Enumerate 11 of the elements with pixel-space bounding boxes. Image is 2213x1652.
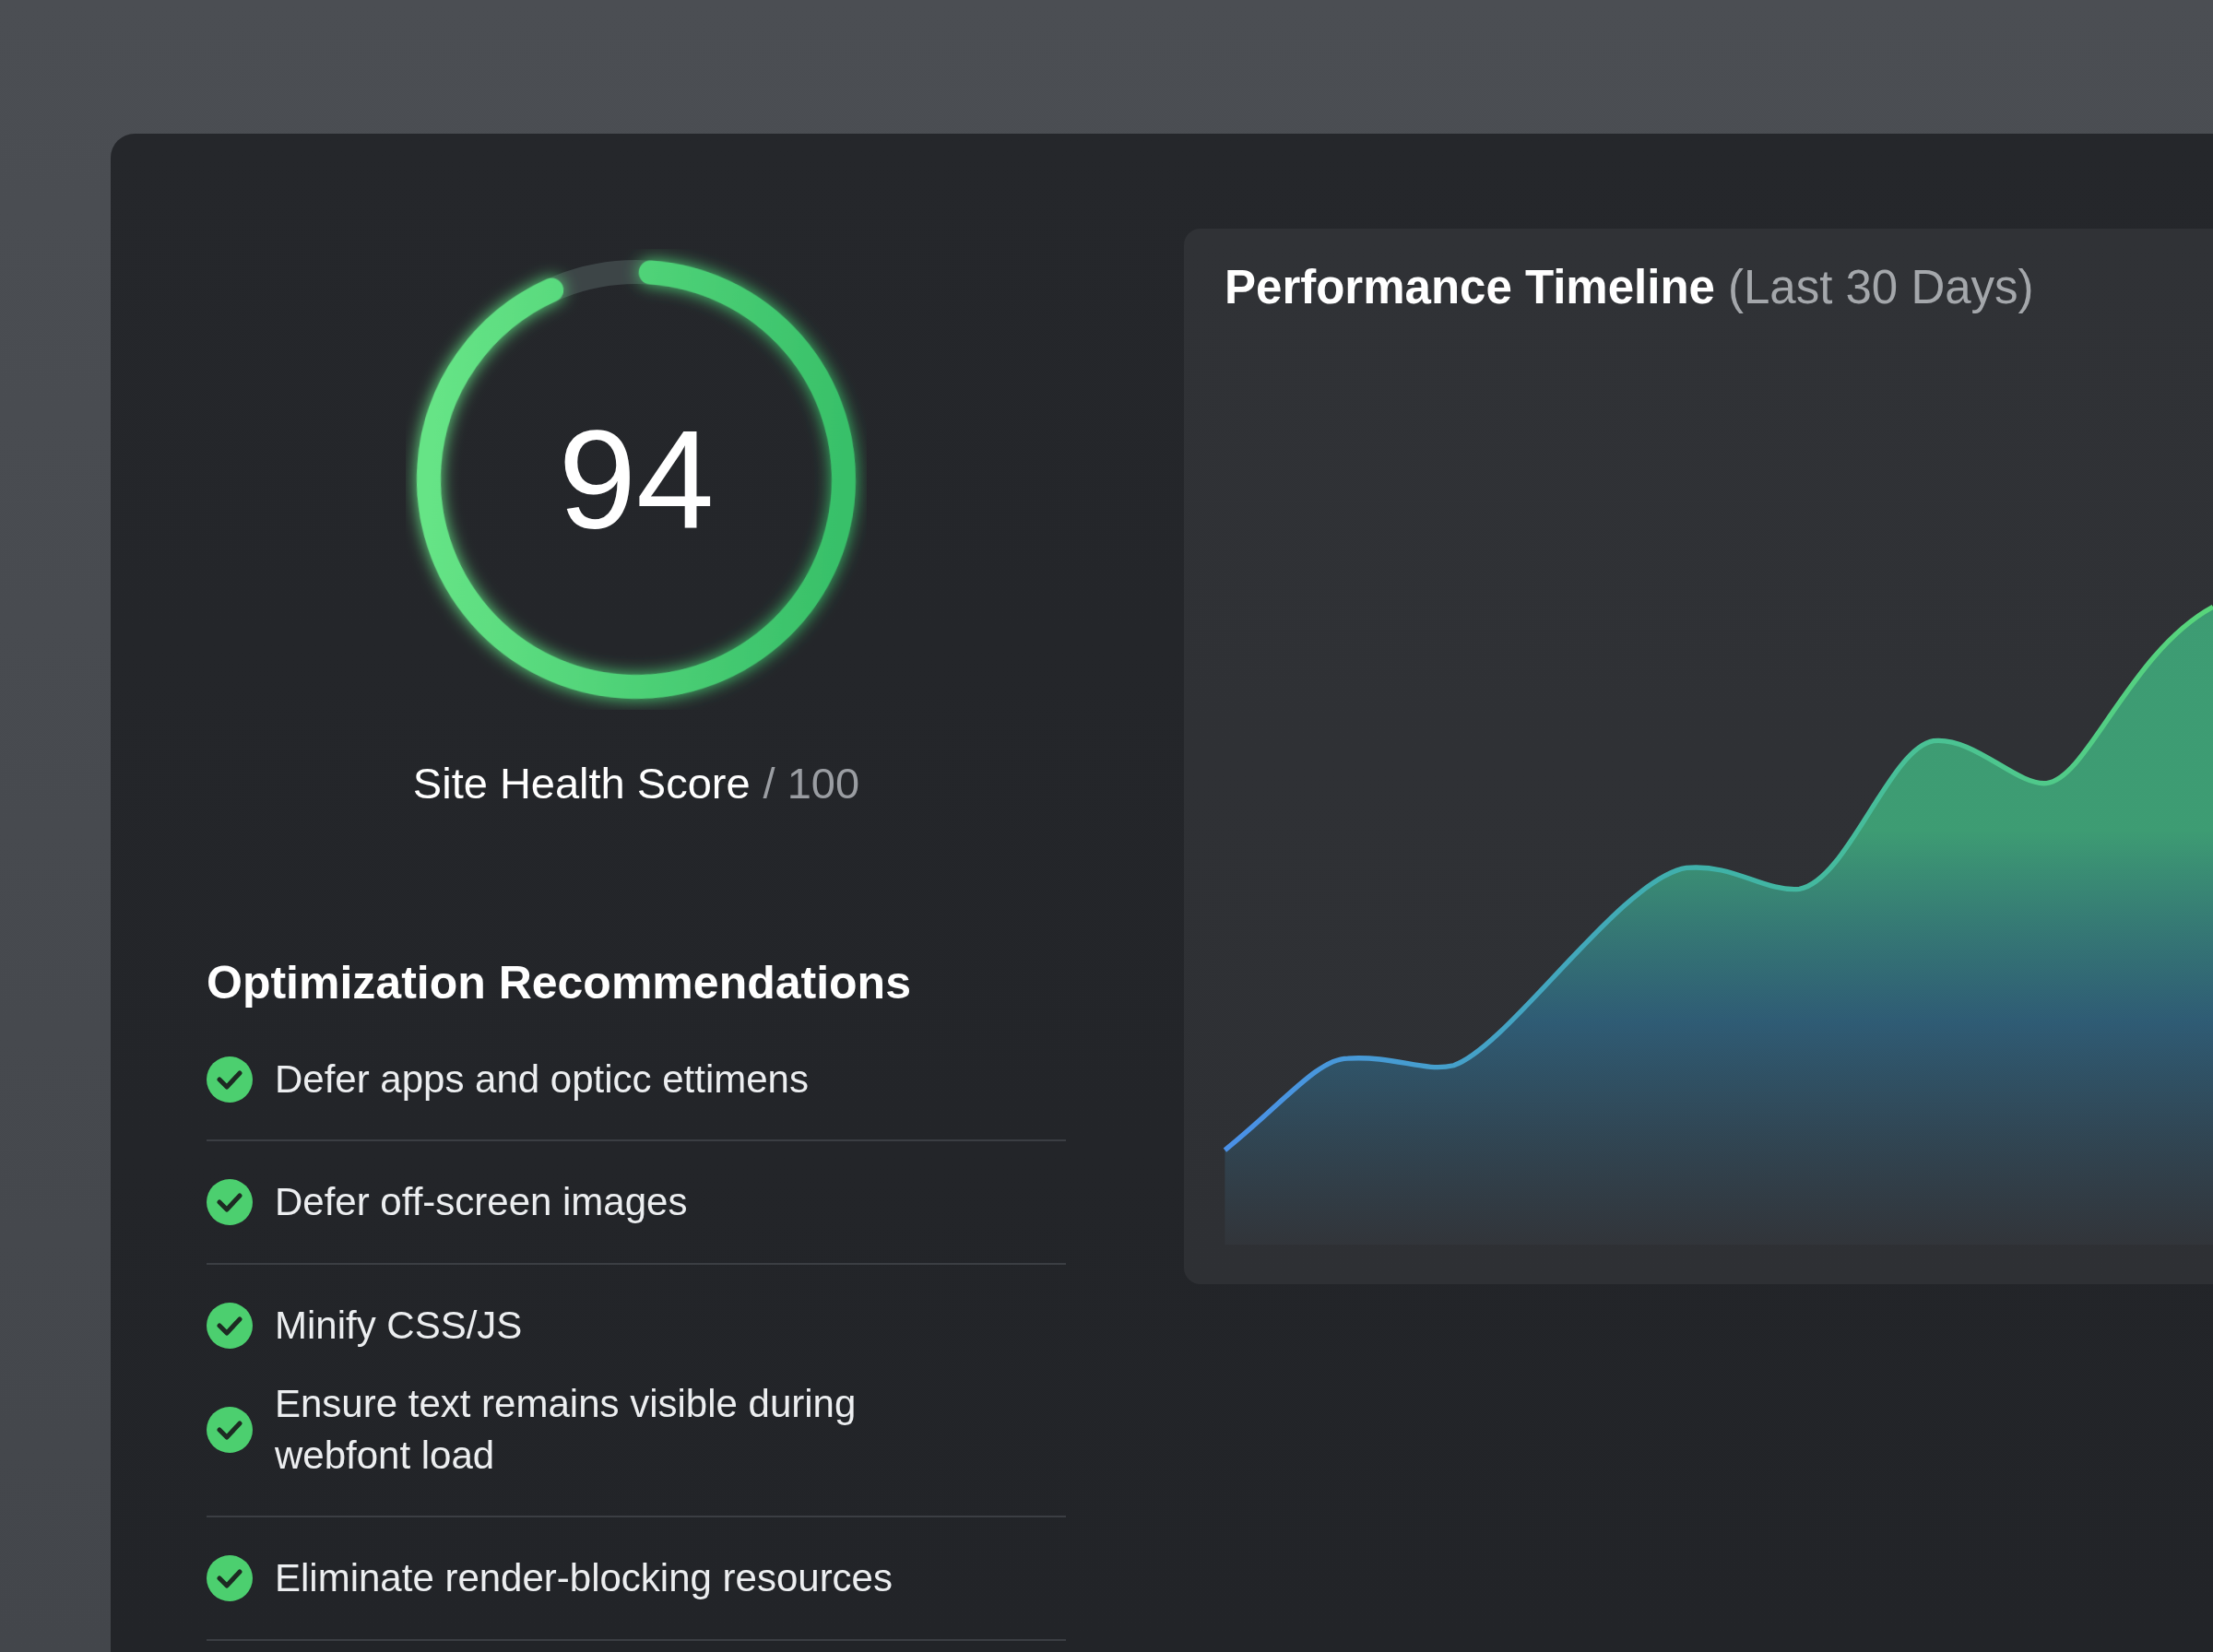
panel-title: Performance Timeline	[1225, 260, 1715, 314]
score-max: / 100	[763, 758, 860, 808]
score-label: Site Health Score	[412, 758, 751, 808]
recommendation-text: Defer off-screen images	[275, 1179, 688, 1226]
recommendation-text: Ensure text remains visible during webfont load	[275, 1381, 858, 1479]
section-heading: Optimization Recommendations	[207, 956, 912, 1009]
recommendation-text: Defer apps and opticc ettimens	[275, 1056, 809, 1103]
recommendation-text: Eliminate render-blocking resources	[275, 1555, 893, 1602]
recommendation-text: Minify CSS/JS	[275, 1302, 523, 1349]
score-value: 94	[558, 409, 715, 549]
panel-subtitle: (Last 30 Days)	[1727, 260, 2034, 314]
